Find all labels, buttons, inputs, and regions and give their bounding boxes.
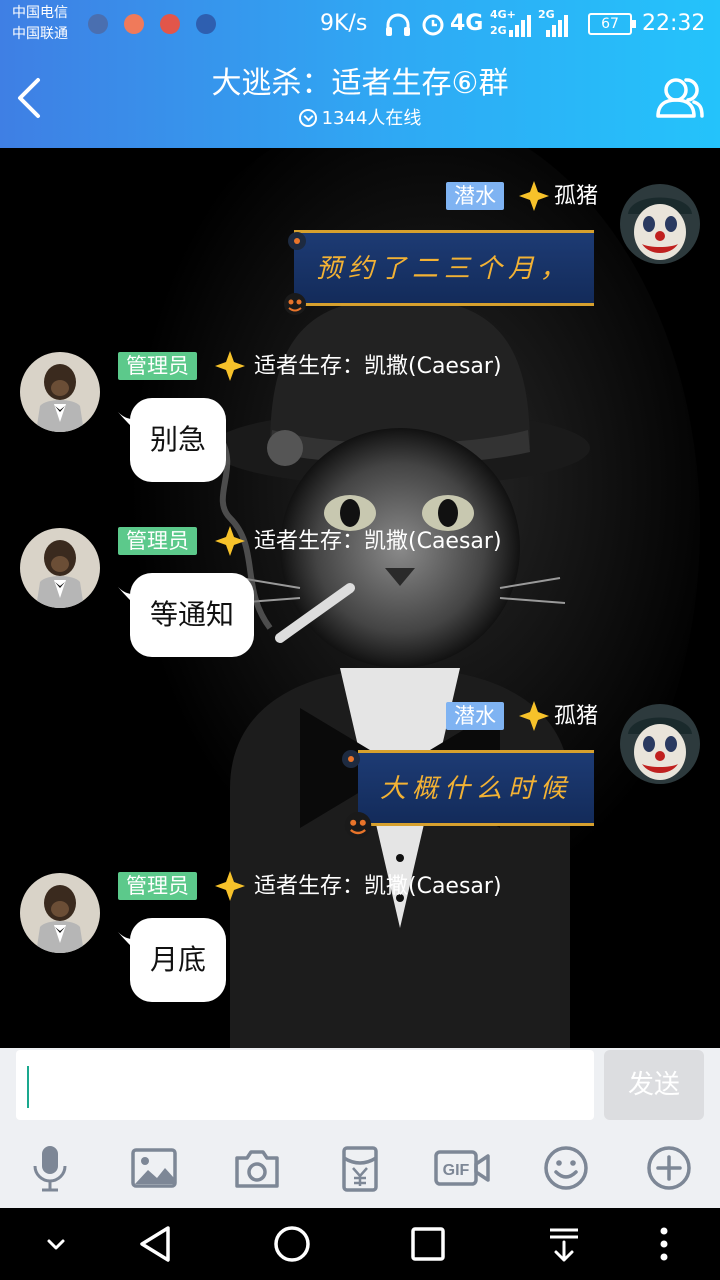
notification-pulldown-icon[interactable] [542, 1222, 586, 1266]
member-badge-admin: 管理员 [118, 352, 197, 380]
notification-icon-1 [88, 14, 108, 34]
sender-name[interactable]: 适者生存：凯撒(Caesar) [254, 527, 502, 557]
network-4g: 4G [450, 11, 484, 36]
headphones-icon [386, 13, 410, 36]
camera-icon[interactable] [233, 1144, 281, 1192]
signal-icon-2 [546, 15, 568, 37]
system-nav-bar [0, 1208, 720, 1280]
member-badge-admin: 管理员 [118, 872, 197, 900]
battery-indicator: 67 [588, 13, 636, 35]
input-bar: 发送 [0, 1048, 720, 1128]
chat-header: 大逃杀：适者生存⑥群 1344人在线 [0, 48, 720, 148]
signal-icon-1 [509, 15, 531, 37]
ape-avatar-image [20, 528, 100, 608]
carrier-1: 中国电信 [12, 5, 68, 21]
nav-back-icon[interactable] [134, 1222, 178, 1266]
pumpkin-icon [344, 812, 372, 839]
red-packet-icon[interactable] [336, 1144, 384, 1192]
bubble-tail [118, 412, 140, 434]
sender-name[interactable]: 适者生存：凯撒(Caesar) [254, 352, 502, 382]
hide-keyboard-icon[interactable] [34, 1222, 78, 1266]
bubble-decoration-icon [288, 232, 306, 250]
clown-avatar-image [620, 184, 700, 264]
send-button[interactable]: 发送 [604, 1050, 704, 1120]
ape-avatar-image [20, 873, 100, 953]
status-bar: 中国电信 中国联通 9K/s 4G 4G+ 2G 2G 67 22:32 [0, 0, 720, 48]
pumpkin-icon [284, 293, 306, 315]
notification-icon-2 [124, 14, 144, 34]
gif-icon[interactable]: GIF [434, 1144, 490, 1192]
text-cursor [27, 1066, 29, 1108]
notification-icon-4 [196, 14, 216, 34]
clown-avatar-image [620, 704, 700, 784]
emoji-icon[interactable] [542, 1144, 590, 1192]
sparkle-icon [215, 871, 245, 901]
online-count-row[interactable]: 1344人在线 [0, 106, 720, 132]
message-input[interactable] [16, 1050, 594, 1120]
nav-home-icon[interactable] [270, 1222, 314, 1266]
clock: 22:32 [642, 11, 706, 36]
net-speed: 9K/s [320, 11, 368, 36]
online-count: 1344人在线 [321, 108, 422, 129]
message-bubble[interactable]: 大概什么时候 [358, 750, 595, 826]
sparkle-icon [215, 351, 245, 381]
bubble-decoration-icon [342, 750, 360, 768]
sparkle-icon [519, 701, 549, 731]
avatar-clown[interactable] [620, 184, 700, 264]
message-text: 别急 [150, 423, 207, 456]
member-badge-diver: 潜水 [446, 182, 504, 210]
carrier-2: 中国联通 [12, 26, 68, 42]
avatar-clown[interactable] [620, 704, 700, 784]
top-bar: 中国电信 中国联通 9K/s 4G 4G+ 2G 2G 67 22:32 大逃杀… [0, 0, 720, 148]
alarm-icon [422, 14, 444, 36]
group-title[interactable]: 大逃杀：适者生存⑥群 [0, 64, 720, 104]
notification-icon-3 [160, 14, 180, 34]
avatar-ape[interactable] [20, 352, 100, 432]
sender-name[interactable]: 孤猪 [554, 702, 598, 732]
bubble-tail [118, 587, 140, 609]
members-icon[interactable] [650, 70, 706, 126]
sender-name[interactable]: 孤猪 [554, 182, 598, 212]
network-2g-a: 2G [490, 24, 507, 37]
sender-name[interactable]: 适者生存：凯撒(Caesar) [254, 872, 502, 902]
message-text: 月底 [150, 943, 207, 976]
message-bubble[interactable]: 月底 [118, 918, 227, 1002]
member-badge-diver: 潜水 [446, 702, 504, 730]
more-options-icon[interactable] [642, 1222, 686, 1266]
sparkle-icon [519, 181, 549, 211]
chat-area[interactable]: 潜水 孤猪 预约了二三个月， 管理员 适者生存：凯撒(Caesar) 别急 管理… [0, 148, 720, 1048]
gif-label: GIF [443, 1162, 470, 1179]
avatar-ape[interactable] [20, 528, 100, 608]
ape-avatar-image [20, 352, 100, 432]
nav-recents-icon[interactable] [406, 1222, 450, 1266]
message-bubble[interactable]: 等通知 [118, 573, 255, 657]
avatar-ape[interactable] [20, 873, 100, 953]
member-badge-admin: 管理员 [118, 527, 197, 555]
image-icon[interactable] [130, 1144, 178, 1192]
chat-toolbar: GIF [0, 1128, 720, 1208]
message-text: 等通知 [150, 598, 235, 631]
message-bubble[interactable]: 别急 [118, 398, 227, 482]
message-bubble[interactable]: 预约了二三个月， [294, 230, 595, 306]
chevron-down-icon [298, 109, 317, 127]
bubble-tail [118, 932, 140, 954]
sparkle-icon [215, 526, 245, 556]
plus-icon[interactable] [645, 1144, 693, 1192]
microphone-icon[interactable] [26, 1144, 74, 1192]
